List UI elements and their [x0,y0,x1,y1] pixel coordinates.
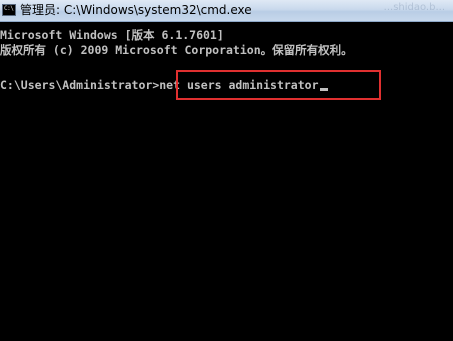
cmd-window: C:\ 管理员: C:\Windows\system32\cmd.exe ...… [0,0,453,341]
command-text[interactable]: net users administrator [159,78,318,92]
console-line-version: Microsoft Windows [版本 6.1.7601] [0,28,224,42]
command-prompt: C:\Users\Administrator> [0,78,160,92]
console-line-copyright: 版权所有 (c) 2009 Microsoft Corporation。保留所有… [0,43,353,57]
window-title: 管理员: C:\Windows\system32\cmd.exe [20,3,252,17]
console-area[interactable]: Microsoft Windows [版本 6.1.7601] 版权所有 (c)… [0,22,453,341]
title-bar[interactable]: C:\ 管理员: C:\Windows\system32\cmd.exe ...… [0,0,453,22]
command-line[interactable]: C:\Users\Administrator>net users adminis… [0,78,328,92]
cmd-icon[interactable]: C:\ [2,4,16,16]
cmd-icon-glyph: C:\ [4,5,14,12]
watermark: ...shidao.b... [383,2,445,13]
text-cursor [319,88,328,91]
